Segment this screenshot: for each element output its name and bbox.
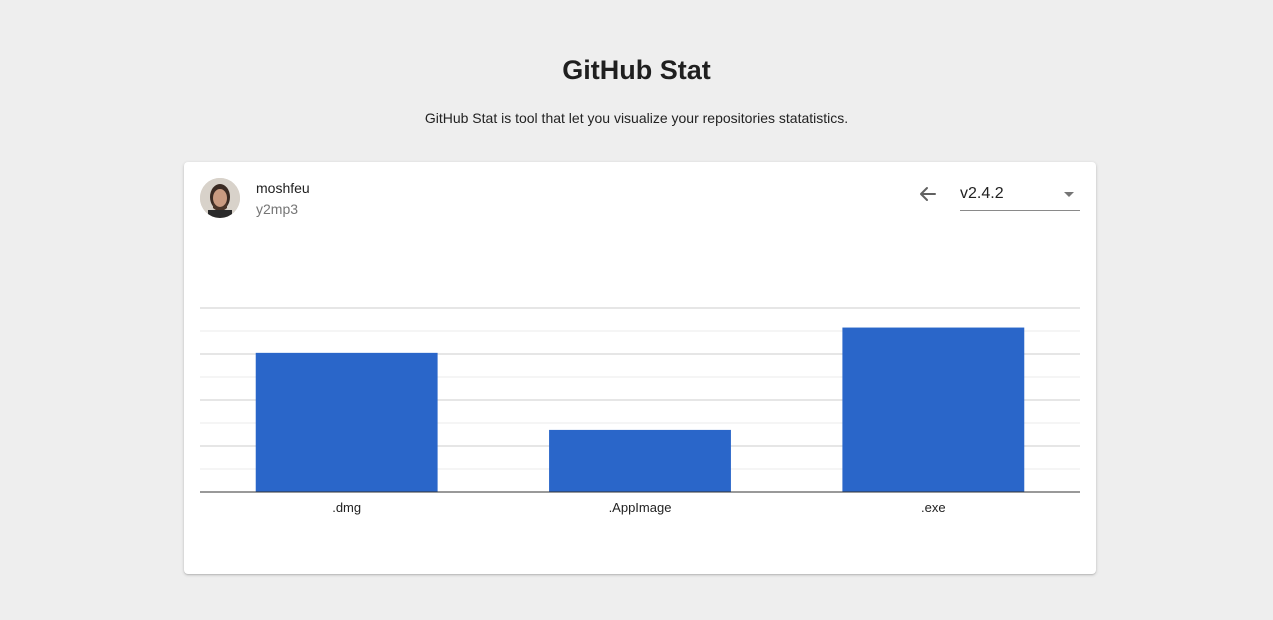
x-tick-label: .AppImage (609, 500, 672, 515)
version-select-value: v2.4.2 (960, 185, 1004, 202)
avatar (200, 178, 240, 218)
bar-appimage[interactable] (549, 429, 731, 492)
avatar-image (200, 178, 240, 218)
downloads-bar-chart: .dmg .AppImage .exe (200, 307, 1080, 515)
bar-dmg[interactable] (255, 352, 438, 492)
page-title: GitHub Stat (562, 55, 711, 85)
back-button[interactable] (914, 180, 942, 208)
arrow-left-icon (920, 187, 936, 201)
owner-name: moshfeu (256, 180, 310, 196)
bar-exe[interactable] (842, 327, 1025, 492)
repo-stats-card: moshfeu y2mp3 v2.4.2 .dmg .AppImage .exe (184, 162, 1096, 574)
version-select[interactable]: v2.4.2 (960, 182, 1080, 211)
page-subtitle: GitHub Stat is tool that let you visuali… (424, 110, 849, 126)
x-tick-label: .dmg (332, 500, 361, 515)
repo-name: y2mp3 (256, 201, 299, 217)
chevron-down-icon (1064, 192, 1074, 197)
x-tick-label: .exe (921, 500, 946, 515)
